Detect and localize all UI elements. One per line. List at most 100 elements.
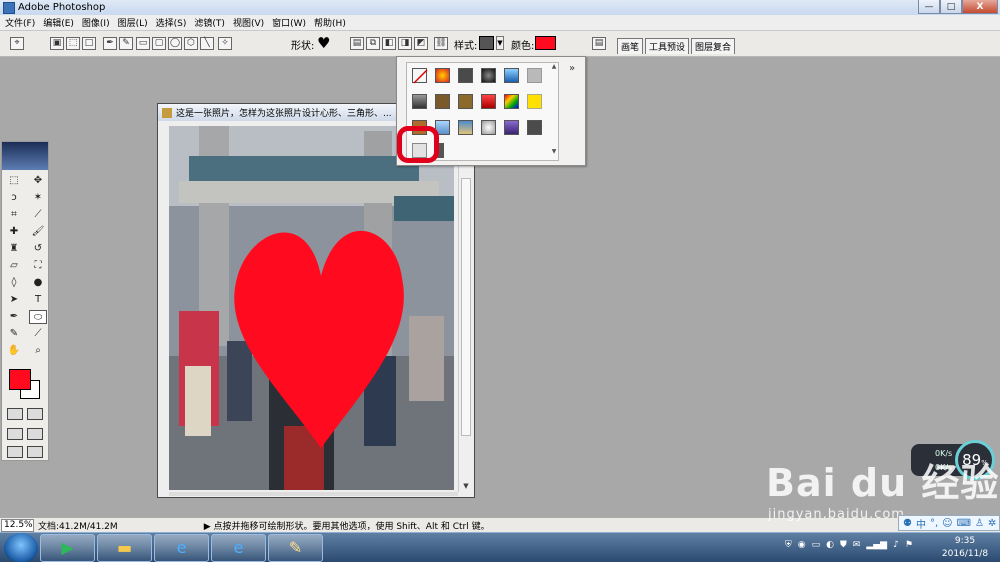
screen-mode-full-icon[interactable] (27, 428, 43, 440)
tab-brushes[interactable]: 画笔 (617, 38, 644, 54)
style-light-gray[interactable] (527, 68, 542, 83)
blur-tool-icon[interactable]: ◊ (5, 276, 23, 290)
zoom-tool-icon[interactable]: ⌕ (29, 344, 47, 358)
close-button[interactable]: X (962, 0, 998, 14)
document-vertical-scrollbar[interactable]: ▲ ▼ (458, 124, 472, 492)
shape-tool-icon[interactable]: ⬭ (29, 310, 47, 324)
link-layer-button[interactable]: ⛓ (434, 36, 448, 51)
tray-signal-icon[interactable]: ▂▄▆ (866, 540, 887, 550)
move-tool-icon[interactable]: ✥ (29, 174, 47, 188)
paths-mode-button[interactable]: ⬚ (66, 36, 80, 51)
tray-shield-icon[interactable]: ⛨ (785, 540, 792, 550)
menu-file[interactable]: 文件(F) (0, 16, 38, 29)
menu-edit[interactable]: 编辑(E) (38, 16, 77, 29)
style-picker-scrollbar[interactable]: ▲ ▼ (549, 63, 559, 160)
style-black-chrome[interactable] (481, 68, 496, 83)
ime-settings-icon[interactable]: ✲ (988, 518, 996, 529)
subtract-shape-button[interactable]: ◧ (382, 36, 396, 51)
style-dark-gray[interactable] (458, 68, 473, 83)
pen-tool-icon[interactable]: ✒ (5, 310, 23, 324)
shape-picker[interactable]: ♥ (317, 36, 330, 51)
exclude-shape-button[interactable]: ◩ (414, 36, 428, 51)
tray-network-status-icon[interactable]: ◉ (798, 540, 806, 550)
style-yellow-star[interactable] (527, 94, 542, 109)
palette-well-button[interactable]: ▤ (592, 36, 606, 51)
dodge-tool-icon[interactable]: ● (29, 276, 47, 290)
menu-select[interactable]: 选择(S) (151, 16, 190, 29)
paint-bucket-icon[interactable]: ⛶ (29, 259, 47, 273)
add-to-shape-button[interactable]: ⧉ (366, 36, 380, 51)
minimize-button[interactable]: — (918, 0, 940, 14)
style-rainbow[interactable] (504, 94, 519, 109)
tray-flag-icon[interactable]: ⚑ (905, 540, 913, 550)
style-sky-photo[interactable] (458, 120, 473, 135)
scroll-down-arrow-icon[interactable]: ▼ (459, 480, 473, 492)
style-picker-menu-button[interactable]: » (569, 63, 575, 74)
menu-layer[interactable]: 图层(L) (113, 16, 151, 29)
menu-filter[interactable]: 滤镜(T) (189, 16, 228, 29)
zoom-level-field[interactable]: 12.5% (1, 518, 34, 532)
file-explorer-icon[interactable]: ▬ (97, 534, 152, 562)
start-button[interactable] (4, 533, 38, 562)
ie-browser-icon[interactable]: e (154, 534, 209, 562)
foreground-color-swatch[interactable] (9, 369, 31, 390)
fill-pixels-mode-button[interactable]: □ (82, 36, 96, 51)
line-tool-button[interactable]: ╲ (200, 36, 214, 51)
menu-window[interactable]: 窗口(W) (267, 16, 309, 29)
document-horizontal-scrollbar[interactable] (169, 492, 458, 496)
tab-layer-comps[interactable]: 图层复合 (691, 38, 736, 54)
scroll-thumb[interactable] (461, 178, 471, 436)
rounded-rectangle-button[interactable]: ▢ (152, 36, 166, 51)
slice-tool-icon[interactable]: ⟋ (29, 208, 47, 222)
type-tool-icon[interactable]: T (29, 293, 47, 307)
style-white-burst[interactable] (481, 120, 496, 135)
tray-chat-icon[interactable]: ◐ (826, 540, 834, 550)
style-bronze[interactable] (435, 94, 450, 109)
jump-to-extra-icon[interactable] (27, 446, 43, 458)
color-swatch[interactable] (535, 36, 556, 50)
history-brush-icon[interactable]: ↺ (29, 242, 47, 256)
notes-tool-icon[interactable]: ✎ (5, 327, 23, 341)
eraser-tool-icon[interactable]: ▱ (5, 259, 23, 273)
new-shape-layer-button[interactable]: ▤ (350, 36, 364, 51)
custom-shape-button[interactable]: ✧ (218, 36, 232, 51)
style-picker-swatch[interactable] (479, 36, 494, 50)
tray-mail-icon[interactable]: ✉ (853, 540, 861, 550)
tool-preset-picker[interactable]: ⌖ (10, 36, 24, 51)
ime-emoji-icon[interactable]: ☺ (942, 518, 952, 529)
clone-stamp-icon[interactable]: ♜ (5, 242, 23, 256)
menu-image[interactable]: 图像(I) (77, 16, 113, 29)
crop-tool-icon[interactable]: ⌗ (5, 208, 23, 222)
quick-mask-icon[interactable] (27, 408, 43, 420)
menu-view[interactable]: 视图(V) (228, 16, 267, 29)
style-gold[interactable] (458, 94, 473, 109)
menu-help[interactable]: 帮助(H) (309, 16, 349, 29)
ime-toolbar[interactable]: ⚉ 中 °, ☺ ⌨ ♙ ✲ (898, 515, 1000, 531)
intersect-shape-button[interactable]: ◨ (398, 36, 412, 51)
polygon-tool-button[interactable]: ⬡ (184, 36, 198, 51)
tray-security-icon[interactable]: ⛊ (840, 540, 847, 550)
style-blue-glass[interactable] (504, 68, 519, 83)
style-orange-burst[interactable] (435, 68, 450, 83)
picker-scroll-down-icon[interactable]: ▼ (549, 148, 559, 155)
system-clock[interactable]: 9:35 2016/11/8 (940, 535, 990, 561)
rectangle-tool-button[interactable]: ▭ (136, 36, 150, 51)
pen-tool-button[interactable]: ✒ (103, 36, 117, 51)
ie-browser-icon-2[interactable]: e (211, 534, 266, 562)
maximize-button[interactable]: □ (940, 0, 962, 14)
photoshop-taskbar-icon[interactable]: ✎ (268, 534, 323, 562)
toolbox-header[interactable] (2, 142, 48, 170)
magic-wand-tool-icon[interactable]: ✶ (29, 191, 47, 205)
media-player-icon[interactable]: ▶ (40, 534, 95, 562)
ime-language[interactable]: 中 (916, 516, 926, 531)
style-none[interactable] (412, 68, 428, 84)
hand-tool-icon[interactable]: ✋ (5, 344, 23, 358)
jump-to-imageready-icon[interactable] (7, 446, 23, 458)
marquee-tool-icon[interactable]: ⬚ (5, 174, 23, 188)
document-canvas[interactable] (169, 126, 454, 490)
ime-keyboard-icon[interactable]: ⌨ (957, 518, 971, 529)
style-steel[interactable] (412, 94, 427, 109)
picker-scroll-up-icon[interactable]: ▲ (549, 63, 559, 70)
style-red-glass[interactable] (481, 94, 496, 109)
shape-layers-mode-button[interactable]: ▣ (50, 36, 64, 51)
